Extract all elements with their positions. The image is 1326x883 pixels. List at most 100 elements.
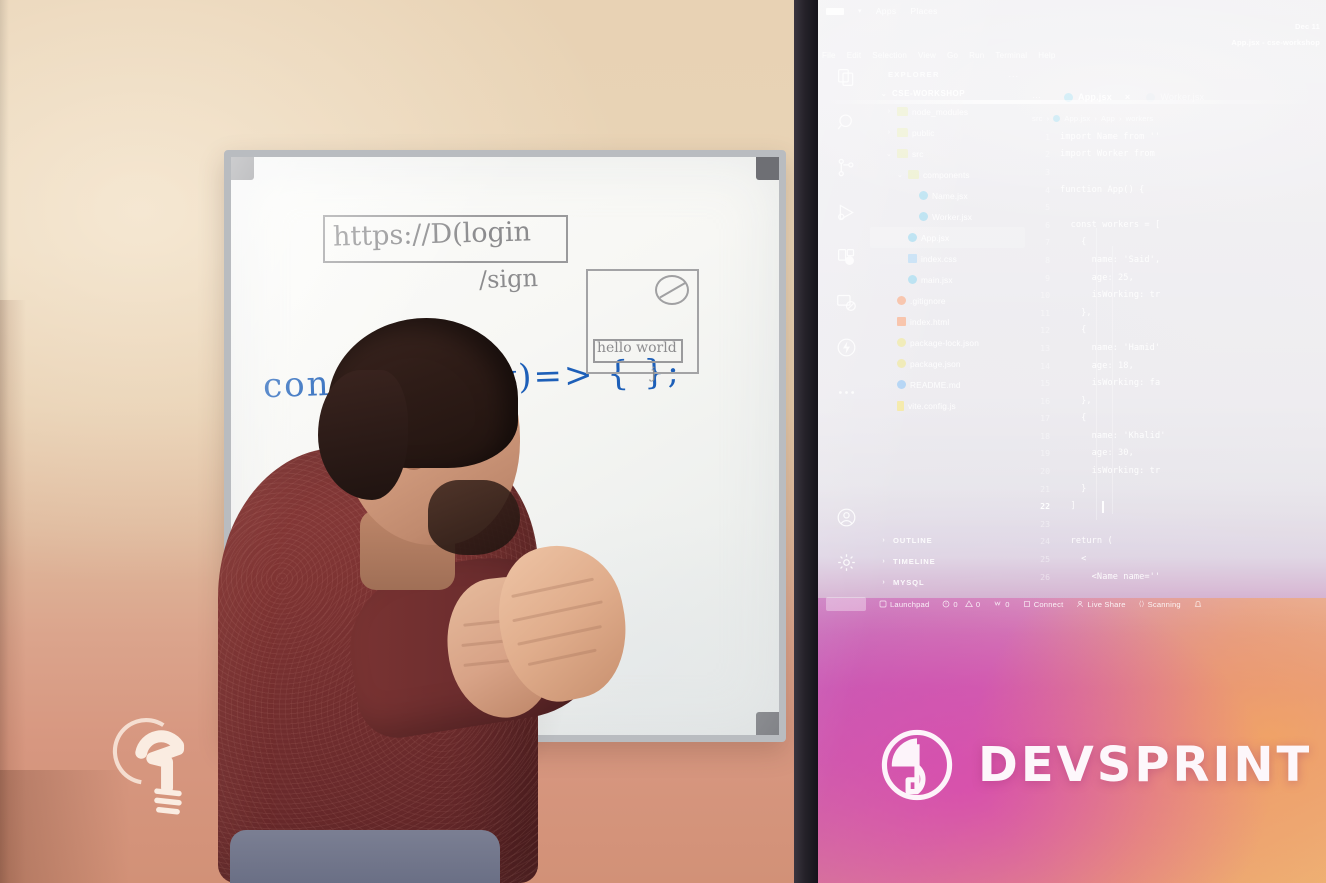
chevron-right-icon: ›	[882, 537, 886, 544]
line-number: 26	[1040, 571, 1050, 582]
close-icon[interactable]: ×	[1125, 92, 1130, 102]
code-line: 23	[1030, 515, 1326, 533]
file-tree-item[interactable]: package.json	[870, 353, 1025, 374]
menu-go[interactable]: Go	[947, 51, 958, 60]
code-line-text: ]	[1060, 501, 1076, 512]
code-line-text: {	[1060, 325, 1087, 336]
html-file-icon	[897, 317, 906, 326]
explorer-sidebar: EXPLORER ... ⌄ CSE-WORKSHOP › node_module…	[870, 66, 1025, 586]
file-tree-item-label: src	[912, 148, 924, 159]
file-tree-item[interactable]: main.jsx	[870, 269, 1025, 290]
menu-view[interactable]: View	[918, 51, 936, 60]
breadcrumb-symbol[interactable]: App	[1101, 114, 1115, 123]
line-number: 21	[1040, 483, 1050, 494]
file-tree-item[interactable]: index.html	[870, 311, 1025, 332]
settings-gear-icon[interactable]	[831, 547, 861, 577]
code-line: 9 age: 25,	[1030, 269, 1326, 287]
file-tree-item[interactable]: App.jsx	[870, 227, 1025, 248]
code-editor[interactable]: 1 import Name from '' 2 import Worker from 3…	[1030, 128, 1326, 588]
code-line-text: import Worker from	[1060, 149, 1155, 160]
tab-worker-jsx-label: Worker.jsx	[1160, 92, 1205, 102]
os-menu-places[interactable]: Places	[910, 6, 937, 16]
code-line-text: isWorking: tr	[1091, 290, 1161, 301]
code-line-text: }	[1060, 483, 1087, 494]
presenter	[200, 318, 640, 883]
source-control-icon[interactable]	[831, 152, 861, 182]
file-tree-item-label: index.css	[921, 253, 957, 264]
status-ports[interactable]: 0	[993, 600, 1009, 609]
folder-file-icon	[897, 128, 908, 137]
status-connect[interactable]: Connect	[1023, 600, 1064, 609]
code-lines: 1 import Name from '' 2 import Worker from 3…	[1030, 128, 1326, 585]
os-caret-icon[interactable]: ▾	[858, 7, 862, 15]
sidebar-section-outline[interactable]: › OUTLINE	[870, 530, 1025, 551]
menu-file[interactable]: File	[822, 51, 836, 60]
menu-run[interactable]: Run	[969, 51, 984, 60]
file-tree-item-label: node_modules	[912, 106, 969, 117]
status-scanning[interactable]: ⟨⟩ Scanning	[1139, 600, 1181, 609]
file-tree-item[interactable]: README.md	[870, 374, 1025, 395]
menu-terminal[interactable]: Terminal	[995, 51, 1027, 60]
file-tree-item[interactable]: vite.config.js	[870, 395, 1025, 416]
breadcrumb-src[interactable]: src	[1032, 114, 1043, 123]
line-number: 11	[1040, 307, 1050, 318]
menu-help[interactable]: Help	[1038, 51, 1055, 60]
breadcrumb-member[interactable]: workers	[1126, 114, 1154, 123]
line-number: 2	[1045, 149, 1050, 160]
file-tree-item[interactable]: › public	[870, 122, 1025, 143]
code-line: 5	[1030, 198, 1326, 216]
file-tree-item[interactable]: Worker.jsx	[870, 206, 1025, 227]
file-tree-item[interactable]: ⌄ src	[870, 143, 1025, 164]
status-live-share-label: Live Share	[1087, 599, 1126, 609]
explorer-icon[interactable]	[831, 62, 861, 92]
line-number: 9	[1045, 272, 1050, 283]
menu-edit[interactable]: Edit	[847, 51, 862, 60]
file-tree-item[interactable]: package-lock.json	[870, 332, 1025, 353]
sidebar-section-timeline[interactable]: › TIMELINE	[870, 551, 1025, 572]
sidebar-section-mysql-label: MYSQL	[893, 578, 925, 587]
file-tree-item[interactable]: › node_modules	[870, 101, 1025, 122]
file-tree-item[interactable]: .gitignore	[870, 290, 1025, 311]
status-launchpad[interactable]: Launchpad	[879, 600, 929, 609]
code-line-text: <Name name=''	[1060, 571, 1161, 582]
run-debug-icon[interactable]	[831, 197, 861, 227]
file-tree-item-label: public	[912, 127, 935, 138]
file-tree-item-label: App.jsx	[921, 232, 950, 243]
explorer-more-icon[interactable]: ...	[1008, 69, 1019, 79]
menu-selection[interactable]: Selection	[872, 51, 907, 60]
os-menu-apps[interactable]: Apps	[876, 6, 897, 16]
vscode-menu-bar: File Edit Selection View Go Run Terminal…	[822, 51, 1055, 60]
search-icon[interactable]	[831, 107, 861, 137]
status-connect-label: Connect	[1033, 599, 1064, 609]
file-tree-item[interactable]: Name.jsx	[870, 185, 1025, 206]
remote-explorer-icon[interactable]	[831, 287, 861, 317]
more-actions-icon[interactable]	[831, 377, 861, 407]
sidebar-section-mysql[interactable]: › MYSQL	[870, 572, 1025, 593]
file-tree-item-label: components	[923, 169, 970, 180]
file-tree-item[interactable]: index.css	[870, 248, 1025, 269]
status-problems[interactable]: 0 0	[942, 600, 980, 609]
breadcrumb-file[interactable]: App.jsx	[1064, 114, 1090, 123]
indent-guide	[1096, 228, 1097, 520]
status-bell-icon[interactable]	[1194, 600, 1202, 608]
thunder-client-icon[interactable]	[831, 332, 861, 362]
file-tree: › node_modules › public ⌄ src ⌄ components Name.…	[870, 101, 1025, 416]
code-line: 4 function App() {	[1030, 181, 1326, 199]
tab-worker-jsx[interactable]: Worker.jsx	[1138, 84, 1212, 110]
code-line: 25 <	[1030, 550, 1326, 568]
file-tree-item[interactable]: ⌄ components	[870, 164, 1025, 185]
editor-actions-more-icon[interactable]: ⋯	[1032, 92, 1042, 103]
vscode-window: ▾ Apps Places Dec 11 App.jsx - cse-works…	[818, 0, 1326, 620]
file-tree-item-label: main.jsx	[921, 274, 953, 285]
extensions-icon[interactable]	[831, 242, 861, 272]
tab-app-jsx[interactable]: App.jsx ×	[1056, 84, 1138, 110]
window-title: App.jsx - cse-workshop	[1231, 38, 1320, 47]
explorer-root-folder[interactable]: ⌄ CSE-WORKSHOP	[870, 87, 1025, 101]
status-live-share[interactable]: Live Share	[1076, 599, 1126, 609]
account-icon[interactable]	[831, 502, 861, 532]
finger-line	[512, 600, 603, 623]
file-tree-item-label: package.json	[910, 358, 961, 369]
json-file-icon	[897, 359, 906, 368]
remote-indicator[interactable]	[826, 597, 866, 611]
line-number: 1	[1045, 131, 1050, 142]
